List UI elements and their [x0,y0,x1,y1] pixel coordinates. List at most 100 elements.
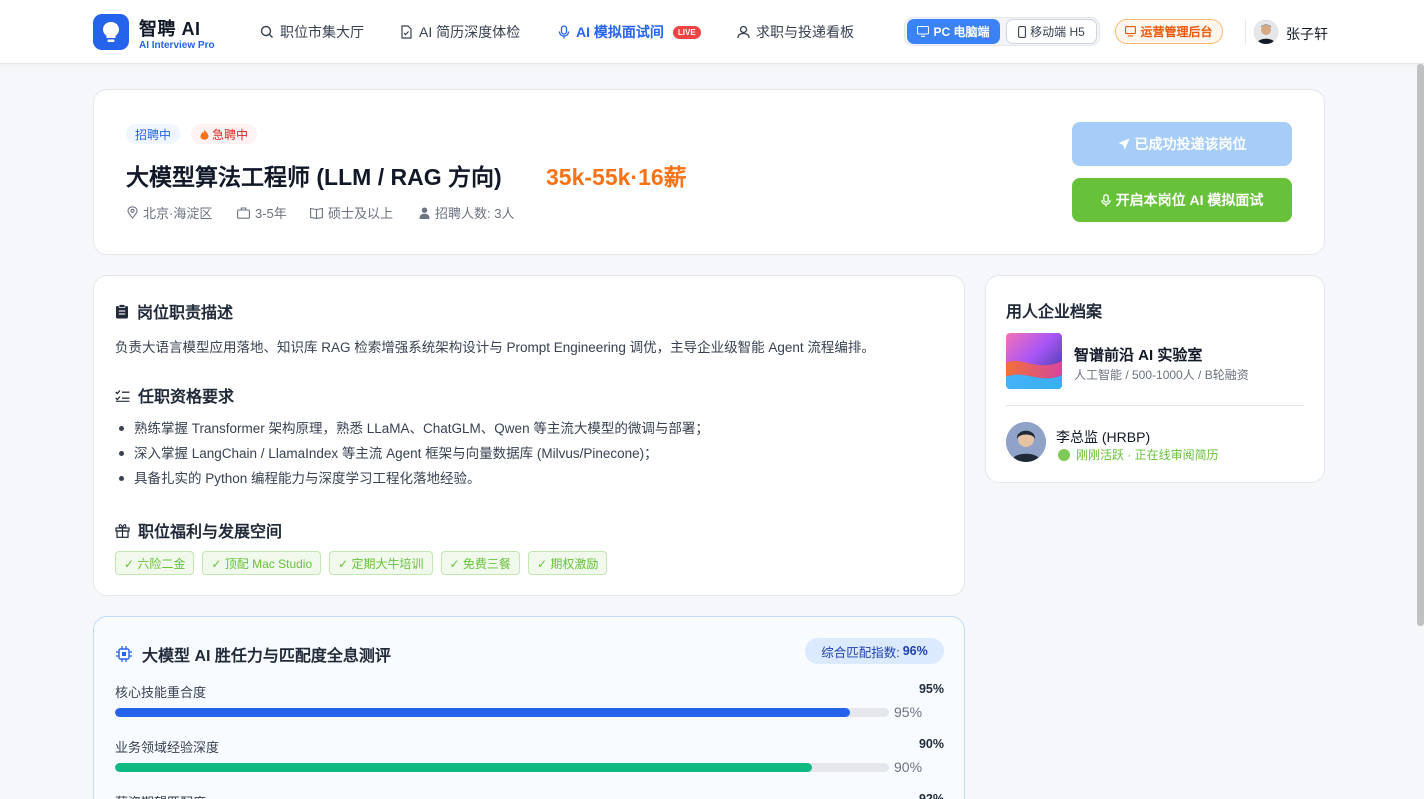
hr-status-text: 刚刚活跃 · 正在线审阅简历 [1076,448,1219,462]
clipboard-icon [116,303,128,318]
nav-item-application-board[interactable]: 求职与投递看板 [737,22,854,42]
location-pin-icon [127,206,138,219]
benefit-tag: ✓ 免费三餐 [440,551,520,575]
admin-console-label: 运营管理后台 [1140,25,1213,39]
metric-progress-fill [115,708,851,717]
search-icon [260,25,273,38]
list-item: 深入掌握 LangChain / LlamaIndex 等主流 Agent 框架… [119,444,709,469]
hr-avatar-image [1006,422,1046,462]
brand-name: 智聘 AI [139,19,201,39]
overall-match-value: 96% [902,644,928,658]
send-icon [1118,138,1129,150]
metric-label: 业务领域经验深度 [115,740,220,755]
brand-subtitle: AI Interview Pro [139,40,215,51]
nav-label: AI 模拟面试间 [576,24,664,40]
job-headcount: 招聘人数: 3人 [419,203,514,222]
checklist-icon [115,389,130,402]
job-location: 北京·海淀区 [127,203,212,222]
benefit-tags: ✓ 六险二金 ✓ 顶配 Mac Studio ✓ 定期大牛培训 ✓ 免费三餐 ✓… [115,551,608,575]
nav-item-job-market[interactable]: 职位市集大厅 [260,22,364,42]
platform-pc-button[interactable]: PC 电脑端 [907,19,1000,44]
metric-label: 薪资期望匹配度 [115,792,206,799]
briefcase-icon [237,206,250,219]
book-icon [310,207,323,219]
live-badge: LIVE [672,25,701,39]
salary: 35k-55k·16薪 [546,164,687,190]
lightbulb-icon [103,22,119,42]
urgent-badge: 急聘中 [191,124,258,144]
hr-avatar[interactable] [1006,422,1046,462]
benefit-tag: ✓ 期权激励 [527,551,608,575]
company-info: 人工智能 / 500-1000人 / B轮融资 [1074,368,1249,382]
list-item: 熟练掌握 Transformer 架构原理，熟悉 LLaMA、ChatGLM、Q… [119,419,709,444]
nav-label: 求职与投递看板 [756,24,854,40]
hr-name: 李总监 (HRBP) [1056,429,1151,445]
company-name[interactable]: 智谱前沿 AI 实验室 [1074,344,1202,365]
platform-mobile-button[interactable]: 移动端 H5 [1006,19,1097,44]
phone-icon [1018,25,1027,38]
company-logo-image [1006,333,1062,389]
company-divider [1006,405,1304,406]
user-avatar[interactable] [1254,20,1278,44]
logo[interactable] [93,14,129,50]
overall-match-label: 综合匹配指数: [821,645,900,660]
benefit-tag: ✓ 定期大牛培训 [329,551,433,575]
hr-status: 刚刚活跃 · 正在线审阅简历 [1058,446,1219,463]
job-headcount-text: 招聘人数: 3人 [435,206,515,221]
metric-progress-text: 90% [894,759,923,775]
fire-icon [200,129,209,140]
overall-match-badge: 综合匹配指数: 96% [805,638,944,664]
job-experience-text: 3-5年 [255,206,287,221]
metric-label: 核心技能重合度 [115,685,207,700]
requirement-list: 熟练掌握 Transformer 架构原理，熟悉 LLaMA、ChatGLM、Q… [119,419,709,494]
platform-mobile-label: 移动端 H5 [1030,25,1085,39]
list-item: 具备扎实的 Python 编程能力与深度学习工程化落地经验。 [119,469,709,494]
benefit-title-text: 职位福利与发展空间 [138,524,283,541]
benefit-section-title: 职位福利与发展空间 [115,518,282,542]
job-education-text: 硕士及以上 [328,206,394,221]
job-education: 硕士及以上 [310,203,393,222]
metric-value: 95% [918,682,944,696]
metric-progress-text: 95% [894,704,923,720]
metric-value: 90% [918,737,944,751]
nav-label: AI 简历深度体检 [419,24,521,40]
job-location-text: 北京·海淀区 [143,206,213,221]
job-title: 大模型算法工程师 (LLM / RAG 方向) [126,164,502,190]
microphone-icon [558,25,570,39]
urgent-label: 急聘中 [212,127,249,142]
start-ai-interview-button[interactable]: 开启本岗位 AI 模拟面试 [1072,178,1292,222]
applied-button-label: 已成功投递该岗位 [1134,136,1247,152]
duty-section-title: 岗位职责描述 [115,299,233,323]
company-logo[interactable] [1006,333,1062,389]
avatar-image [1254,20,1278,44]
assessment-title-text: 大模型 AI 胜任力与匹配度全息测评 [142,648,391,665]
monitor-icon [917,26,930,37]
applied-button[interactable]: 已成功投递该岗位 [1072,122,1292,166]
company-section-title: 用人企业档案 [1006,304,1103,321]
nav-item-ai-interview[interactable]: AI 模拟面试间 LIVE [558,22,701,42]
admin-console-button[interactable]: 运营管理后台 [1115,19,1223,44]
metric-value: 92% [918,792,944,799]
user-icon [737,25,750,39]
benefit-tag: ✓ 顶配 Mac Studio [202,551,322,575]
metric-progress-bar [115,708,889,717]
dashboard-icon [1125,26,1137,37]
platform-pc-label: PC 电脑端 [933,25,990,39]
user-name[interactable]: 张子轩 [1286,24,1328,44]
benefit-tag: ✓ 六险二金 [115,551,195,575]
assessment-title: 大模型 AI 胜任力与匹配度全息测评 [115,642,391,666]
requirement-title-text: 任职资格要求 [138,389,235,406]
metric-progress-bar [115,763,889,772]
hiring-status-badge: 招聘中 [126,124,181,144]
chip-icon [116,646,132,662]
requirement-section-title: 任职资格要求 [115,383,234,407]
duty-title-text: 岗位职责描述 [137,305,234,322]
online-status-dot [1058,448,1070,461]
nav-label: 职位市集大厅 [280,24,364,40]
start-ai-interview-label: 开启本岗位 AI 模拟面试 [1115,192,1264,208]
header-divider [1245,20,1246,44]
microphone-icon [1100,193,1111,206]
duty-description: 负责大语言模型应用落地、知识库 RAG 检索增强系统架构设计与 Prompt E… [115,340,875,355]
nav-item-resume-check[interactable]: AI 简历深度体检 [400,22,520,42]
page-scrollbar[interactable] [1417,64,1424,626]
